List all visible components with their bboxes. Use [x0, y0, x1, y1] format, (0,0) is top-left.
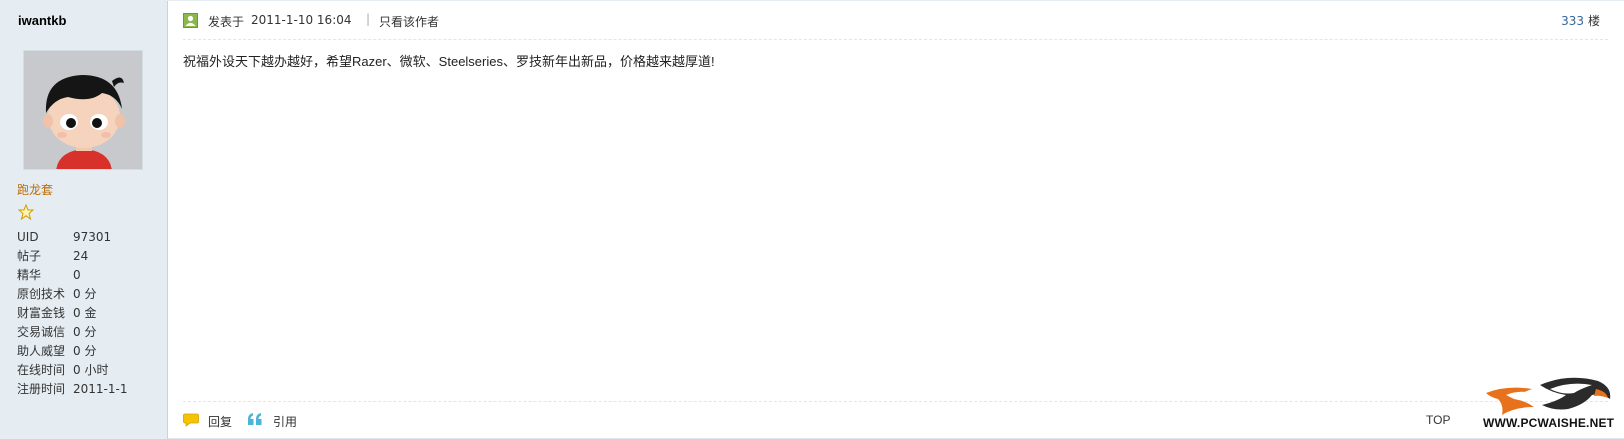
avatar[interactable]	[23, 50, 143, 170]
user-stats: UID 97301 帖子 24 精华 0 原创技术 0 分 财富金钱 0 金 交…	[17, 228, 127, 399]
stat-row-money: 财富金钱 0 金	[17, 304, 127, 323]
watermark-text: WWW.PCWAISHE.NET	[1483, 416, 1615, 430]
header-separator: |	[366, 12, 371, 26]
user-group-link[interactable]: 跑龙套	[17, 181, 53, 198]
back-to-top-link[interactable]: TOP	[1426, 413, 1450, 427]
star-icon	[17, 203, 35, 221]
floor-suffix: 楼	[1587, 14, 1600, 28]
quote-icon[interactable]	[247, 412, 263, 426]
floor-number-link[interactable]: 333	[1561, 14, 1584, 28]
forum-post: iwantkb 跑龙套 UID 97301 帖子 24 精华 0 原创技术 0 …	[0, 0, 1624, 439]
stat-value[interactable]: 97301	[73, 228, 111, 247]
reply-button[interactable]: 回复	[208, 413, 232, 430]
posted-time: 2011-1-10 16:04	[251, 13, 352, 27]
stat-value: 2011-1-1	[73, 382, 128, 396]
stat-label: 交易诚信	[17, 325, 66, 339]
stat-label: 在线时间	[17, 363, 66, 377]
stat-label: 注册时间	[17, 382, 66, 396]
quote-button[interactable]: 引用	[273, 413, 297, 430]
stat-row-trust: 交易诚信 0 分	[17, 323, 127, 342]
stat-label: 助人威望	[17, 344, 66, 358]
stat-row-posts: 帖子 24	[17, 247, 127, 266]
stat-label: UID	[17, 230, 39, 244]
stat-row-prestige: 助人威望 0 分	[17, 342, 127, 361]
stat-value: 0 金	[73, 306, 97, 320]
author-online-icon	[183, 13, 198, 28]
post-footer: 回复 引用 TOP	[183, 401, 1608, 431]
reply-icon[interactable]	[183, 413, 199, 427]
stat-label: 精华	[17, 268, 42, 282]
only-author-link[interactable]: 只看该作者	[379, 13, 439, 30]
user-sidebar: iwantkb 跑龙套 UID 97301 帖子 24 精华 0 原创技术 0 …	[0, 1, 168, 439]
username-link[interactable]: iwantkb	[18, 13, 66, 28]
post-content: 祝福外设天下越办越好，希望Razer、微软、Steelseries、罗技新年出新…	[183, 54, 715, 69]
stat-row-online: 在线时间 0 小时	[17, 361, 127, 380]
stat-row-digest: 精华 0	[17, 266, 127, 285]
stat-label: 原创技术	[17, 287, 66, 301]
stat-value[interactable]: 24	[73, 247, 88, 266]
post-header: 发表于 2011-1-10 16:04 | 只看该作者 333 楼	[183, 10, 1608, 40]
stat-value: 0 小时	[73, 363, 109, 377]
stat-row-registered: 注册时间 2011-1-1	[17, 380, 127, 399]
stat-value: 0 分	[73, 325, 97, 339]
stat-value: 0 分	[73, 344, 97, 358]
floor-number: 333 楼	[1561, 12, 1600, 29]
stat-label: 财富金钱	[17, 306, 66, 320]
stat-row-uid: UID 97301	[17, 228, 127, 247]
stat-row-tech: 原创技术 0 分	[17, 285, 127, 304]
stat-label: 帖子	[17, 249, 42, 263]
stat-value[interactable]: 0	[73, 266, 81, 285]
posted-label: 发表于	[208, 15, 245, 29]
stat-value: 0 分	[73, 287, 97, 301]
